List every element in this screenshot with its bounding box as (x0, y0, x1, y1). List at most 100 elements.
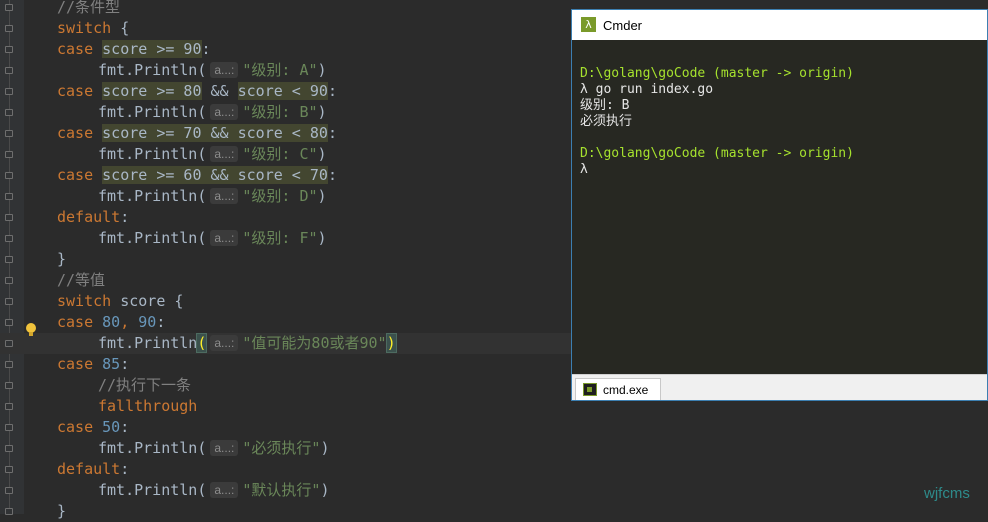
code-token: 90 (138, 313, 157, 331)
code-token: score >= 60 && score < 70 (102, 166, 328, 184)
code-line[interactable]: fmt.Println(a...: "默认执行") (0, 480, 988, 501)
fold-marker-icon[interactable] (5, 466, 13, 473)
code-line[interactable]: } (0, 501, 988, 522)
code-token: default (57, 460, 121, 478)
fold-marker-icon[interactable] (5, 88, 13, 95)
code-token: : (120, 460, 130, 478)
code-line[interactable]: case 50: (0, 417, 988, 438)
fold-marker-icon[interactable] (5, 277, 13, 284)
code-token: "级别: A" (242, 61, 318, 79)
code-token: , (120, 313, 139, 331)
code-token: : (120, 355, 130, 373)
code-token: ) (385, 333, 397, 353)
parameter-hint: a...: (210, 146, 239, 162)
code-token: //等值 (57, 271, 106, 289)
code-text: case score >= 90: (57, 39, 211, 60)
code-line[interactable]: fmt.Println(a...: "必须执行") (0, 438, 988, 459)
console-line: 必须执行 (580, 114, 633, 129)
cmder-window[interactable]: λ Cmder D:\golang\goCode (master -> orig… (571, 9, 988, 401)
code-text: fmt.Println(a...: "级别: A") (98, 60, 327, 81)
fold-marker-icon[interactable] (5, 172, 13, 179)
fold-marker-icon[interactable] (5, 193, 13, 200)
code-token: : (327, 82, 337, 100)
code-token: case (57, 313, 103, 331)
code-token: score >= 80 (102, 82, 202, 100)
code-token: fallthrough (98, 397, 198, 415)
code-token: "级别: B" (242, 103, 318, 121)
lightbulb-icon[interactable] (24, 322, 38, 338)
terminal-icon (583, 383, 597, 396)
console-line: 级别: B (580, 98, 630, 113)
code-token: ) (317, 187, 327, 205)
parameter-hint: a...: (210, 62, 239, 78)
code-token: fmt.Println( (98, 481, 207, 499)
parameter-hint: a...: (210, 188, 239, 204)
code-line[interactable]: default: (0, 459, 988, 480)
code-token: "值可能为80或者90" (242, 334, 387, 352)
code-token: "级别: D" (242, 187, 318, 205)
cmder-icon: λ (581, 17, 596, 32)
code-token: //条件型 (57, 0, 121, 16)
code-token: 80 (102, 313, 121, 331)
code-token: { (111, 19, 130, 37)
fold-marker-icon[interactable] (5, 445, 13, 452)
fold-marker-icon[interactable] (5, 256, 13, 263)
code-token: ) (320, 481, 330, 499)
code-token: case (57, 82, 103, 100)
code-text: fmt.Println(a...: "必须执行") (98, 438, 329, 459)
code-text: case score >= 60 && score < 70: (57, 165, 337, 186)
console-line: λ (580, 162, 588, 177)
code-token: "必须执行" (242, 439, 321, 457)
window-title: Cmder (603, 18, 643, 33)
code-token: case (57, 166, 103, 184)
code-text: fmt.Println(a...: "级别: D") (98, 186, 327, 207)
code-token: ) (317, 61, 327, 79)
parameter-hint: a...: (210, 104, 239, 120)
fold-marker-icon[interactable] (5, 130, 13, 137)
code-token: ) (320, 439, 330, 457)
fold-marker-icon[interactable] (5, 403, 13, 410)
fold-marker-icon[interactable] (5, 46, 13, 53)
fold-marker-icon[interactable] (5, 319, 13, 326)
code-text: fallthrough (98, 396, 197, 417)
code-text: case 80, 90: (57, 312, 165, 333)
code-text: fmt.Println(a...: "级别: C") (98, 144, 327, 165)
fold-marker-icon[interactable] (5, 235, 13, 242)
fold-marker-icon[interactable] (5, 151, 13, 158)
fold-marker-icon[interactable] (5, 25, 13, 32)
parameter-hint: a...: (210, 482, 239, 498)
code-text: fmt.Println(a...: "级别: F") (98, 228, 327, 249)
tab-label: cmd.exe (603, 383, 649, 397)
watermark: wjfcms (924, 485, 970, 502)
fold-marker-icon[interactable] (5, 487, 13, 494)
tab-cmd-exe[interactable]: cmd.exe (575, 378, 661, 400)
fold-marker-icon[interactable] (5, 67, 13, 74)
code-text: case score >= 70 && score < 80: (57, 123, 337, 144)
code-text: case score >= 80 && score < 90: (57, 81, 337, 102)
console-line: D:\golang\goCode (master -> origin) (580, 146, 854, 161)
code-text: switch score { (57, 291, 183, 312)
code-token: ) (317, 229, 327, 247)
code-text: default: (57, 459, 129, 480)
fold-marker-icon[interactable] (5, 109, 13, 116)
code-text: fmt.Println(a...: "级别: B") (98, 102, 327, 123)
fold-marker-icon[interactable] (5, 4, 13, 11)
code-text: default: (57, 207, 129, 228)
fold-marker-icon[interactable] (5, 382, 13, 389)
code-token: } (57, 250, 67, 268)
fold-marker-icon[interactable] (5, 361, 13, 368)
window-titlebar[interactable]: λ Cmder (572, 10, 987, 40)
code-text: //等值 (57, 270, 105, 291)
code-token: fmt.Println( (98, 439, 207, 457)
code-token: && (201, 82, 238, 100)
fold-marker-icon[interactable] (5, 214, 13, 221)
code-token: score { (111, 292, 184, 310)
code-text: switch { (57, 18, 129, 39)
fold-marker-icon[interactable] (5, 298, 13, 305)
code-token: fmt.Println( (98, 103, 207, 121)
console-output[interactable]: D:\golang\goCode (master -> origin) λ go … (572, 40, 987, 374)
fold-marker-icon[interactable] (5, 340, 13, 347)
parameter-hint: a...: (210, 230, 239, 246)
console-line: λ go run index.go (580, 82, 714, 97)
fold-marker-icon[interactable] (5, 424, 13, 431)
